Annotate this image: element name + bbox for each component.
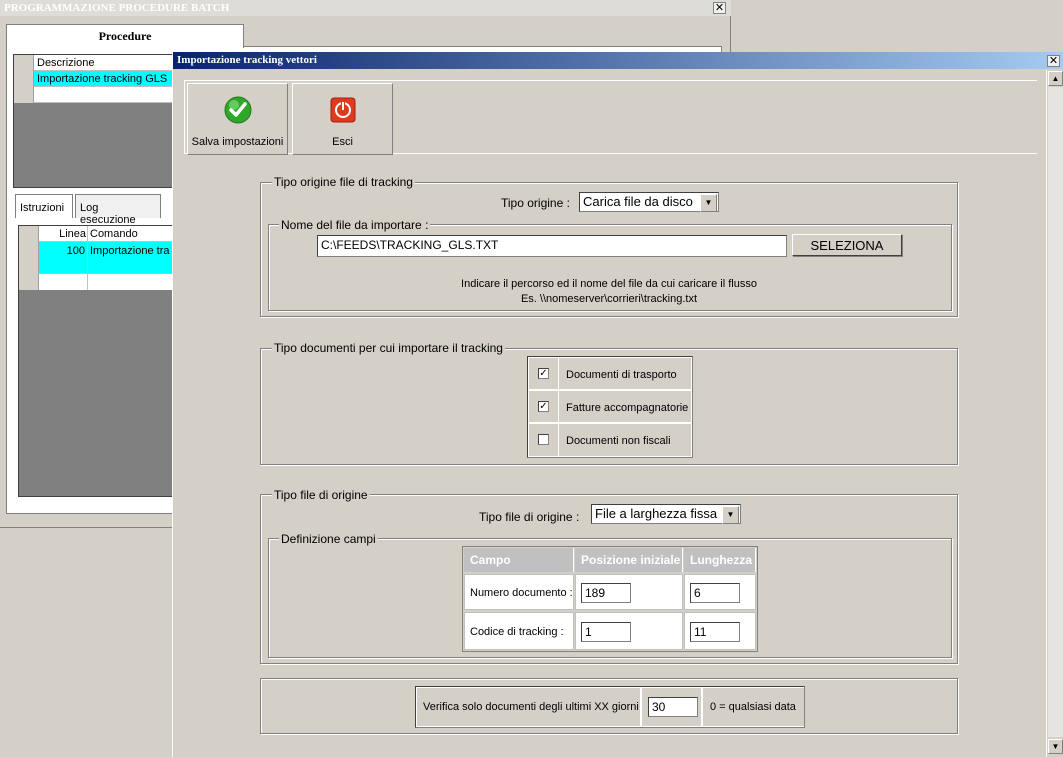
file-hint-line1: Indicare il percorso ed il nome del file…	[461, 278, 757, 290]
tipo-file-select[interactable]: File a larghezza fissa ▼	[591, 504, 741, 524]
tab-procedure[interactable]: Procedure	[6, 24, 244, 48]
table-row[interactable]: 100 Importazione tra	[19, 242, 172, 274]
background-window-title: PROGRAMMAZIONE PROCEDURE BATCH	[0, 0, 731, 16]
origin-group-label: Tipo origine file di tracking	[272, 175, 415, 189]
documents-group-label: Tipo documenti per cui importare il trac…	[272, 341, 505, 355]
tipo-origine-label: Tipo origine :	[501, 196, 570, 210]
scroll-up-button[interactable]: ▲	[1048, 71, 1063, 86]
tipo-origine-select[interactable]: Carica file da disco ▼	[579, 192, 719, 212]
row-label-codice-tracking: Codice di tracking :	[470, 626, 564, 638]
file-hint-line2: Es. \\nomeserver\corrieri\tracking.txt	[520, 293, 698, 305]
checkbox-fatture-accompagnatorie[interactable]: ✓	[538, 401, 549, 412]
checkbox-documenti-non-fiscali[interactable]	[538, 434, 549, 445]
column-header-campo: Campo	[464, 548, 574, 572]
numero-documento-lunghezza-input[interactable]: 6	[690, 583, 740, 603]
tipo-origine-value: Carica file da disco	[583, 194, 693, 209]
grid-header-comando: Comando	[90, 228, 138, 240]
codice-tracking-lunghezza-input[interactable]: 11	[690, 622, 740, 642]
row-selector[interactable]	[14, 71, 34, 87]
toolbar: Salva impostazioni Esci	[184, 80, 1037, 155]
row-selector[interactable]	[19, 242, 39, 274]
tab-log-esecuzione[interactable]: Log esecuzione	[75, 194, 161, 226]
documents-checklist: ✓ Documenti di trasporto ✓ Fatture accom…	[527, 356, 693, 458]
filetype-group-label: Tipo file di origine	[272, 488, 370, 502]
grid-cell-linea: 100	[66, 245, 85, 257]
chevron-down-icon[interactable]: ▼	[722, 506, 739, 524]
column-header-posizione: Posizione iniziale	[575, 548, 683, 572]
row-selector	[19, 226, 39, 242]
column-divider	[87, 274, 88, 290]
verify-panel: Verifica solo documenti degli ultimi XX …	[415, 686, 805, 728]
save-settings-button[interactable]: Salva impostazioni	[187, 83, 288, 155]
row-selector	[14, 55, 34, 71]
checkbox-documenti-trasporto[interactable]: ✓	[538, 368, 549, 379]
table-row[interactable]	[14, 87, 172, 103]
list-item[interactable]: ✓ Documenti di trasporto	[529, 358, 691, 390]
file-path-input[interactable]: C:\FEEDS\TRACKING_GLS.TXT	[317, 235, 787, 257]
grid-header-descrizione: Descrizione	[37, 57, 95, 69]
table-cell: Codice di tracking :	[464, 612, 574, 650]
column-divider	[87, 226, 88, 242]
exit-button[interactable]: Esci	[292, 83, 393, 155]
fields-group-label: Definizione campi	[279, 532, 378, 546]
tipo-file-value: File a larghezza fissa	[595, 506, 718, 521]
verify-label: Verifica solo documenti degli ultimi XX …	[423, 701, 645, 713]
grid-header-linea: Linea	[59, 228, 86, 240]
verify-input-cell: 30	[642, 688, 702, 726]
chevron-down-icon[interactable]: ▼	[700, 194, 717, 212]
label-documenti-trasporto: Documenti di trasporto	[566, 369, 677, 381]
numero-documento-posizione-input[interactable]: 189	[581, 583, 631, 603]
row-selector[interactable]	[19, 274, 39, 290]
table-row[interactable]: Importazione tracking GLS	[14, 71, 172, 87]
background-close-button[interactable]: ✕	[713, 2, 726, 14]
grid-cell-descrizione: Importazione tracking GLS	[37, 73, 168, 85]
scroll-track[interactable]	[1048, 87, 1063, 737]
tracking-import-dialog: Importazione tracking vettori ✕ Salva im…	[172, 52, 1063, 757]
table-cell: 1	[575, 612, 683, 650]
bottom-tab-strip: Istruzioni Log esecuzione	[15, 194, 173, 226]
list-item[interactable]: Documenti non fiscali	[529, 424, 691, 456]
select-file-button[interactable]: SELEZIONA	[792, 234, 902, 256]
tab-istruzioni[interactable]: Istruzioni	[15, 194, 73, 218]
file-group-label: Nome del file da importare :	[279, 218, 431, 232]
exit-label: Esci	[332, 136, 353, 148]
table-cell: Numero documento :	[464, 574, 574, 610]
check-circle-icon	[224, 96, 251, 124]
grid-header-row: Descrizione	[14, 55, 172, 71]
grid-cell-comando: Importazione tra	[90, 245, 170, 257]
table-cell: 189	[575, 574, 683, 610]
verify-note-cell: 0 = qualsiasi data	[703, 688, 804, 726]
table-row[interactable]	[19, 274, 172, 290]
grid-header-row: Linea Comando	[19, 226, 172, 242]
row-selector[interactable]	[14, 87, 34, 103]
codice-tracking-posizione-input[interactable]: 1	[581, 622, 631, 642]
procedure-grid: Descrizione Importazione tracking GLS	[13, 54, 173, 188]
scroll-down-button[interactable]: ▼	[1048, 739, 1063, 754]
table-cell: 11	[684, 612, 756, 650]
verify-note: 0 = qualsiasi data	[710, 701, 796, 713]
istruzioni-grid: Linea Comando 100 Importazione tra	[18, 225, 173, 497]
tipo-file-label: Tipo file di origine :	[479, 510, 580, 524]
power-icon	[330, 97, 355, 123]
save-settings-label: Salva impostazioni	[191, 136, 284, 148]
fields-table: Campo Posizione iniziale Lunghezza Numer…	[462, 546, 758, 652]
dialog-title: Importazione tracking vettori	[173, 52, 1063, 69]
verify-days-input[interactable]: 30	[648, 697, 698, 717]
column-divider	[87, 242, 88, 274]
label-fatture-accompagnatorie: Fatture accompagnatorie	[566, 402, 689, 414]
vertical-scrollbar[interactable]: ▲ ▼	[1046, 70, 1063, 757]
row-label-numero-documento: Numero documento :	[470, 587, 573, 599]
label-documenti-non-fiscali: Documenti non fiscali	[566, 435, 671, 447]
list-item[interactable]: ✓ Fatture accompagnatorie	[529, 391, 691, 423]
column-header-lunghezza: Lunghezza	[684, 548, 756, 572]
dialog-close-button[interactable]: ✕	[1047, 55, 1060, 67]
table-cell: 6	[684, 574, 756, 610]
verify-label-cell: Verifica solo documenti degli ultimi XX …	[417, 688, 645, 726]
